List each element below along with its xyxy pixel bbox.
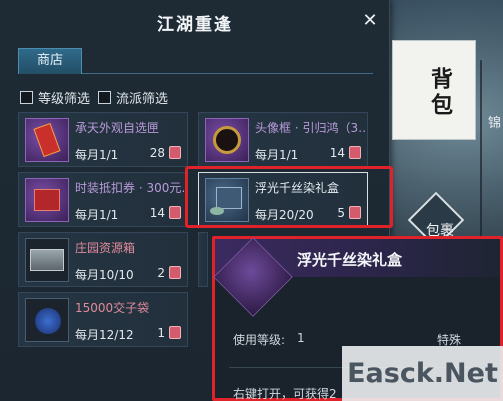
item-name: 时装抵扣券 · 300元…: [75, 181, 185, 195]
item-name: 庄园资源箱: [75, 241, 136, 255]
close-button[interactable]: ✕: [361, 12, 379, 30]
highlight-box: [185, 166, 393, 228]
item-limit: 每月1/1: [75, 148, 119, 162]
backpack-button[interactable]: 背包: [392, 40, 476, 140]
item-limit: 每月10/10: [75, 268, 134, 282]
item-limit: 每月1/1: [75, 208, 119, 222]
currency-icon: [349, 146, 361, 159]
item-name: 承天外观自选匣: [75, 121, 160, 135]
tab-bar: 商店: [18, 48, 373, 74]
currency-icon: [169, 326, 181, 339]
filter-school-label: 流派筛选: [116, 91, 169, 107]
shop-item-card[interactable]: 承天外观自选匣 每月1/1 28: [18, 112, 188, 167]
window-title: 江湖重逢: [157, 15, 233, 35]
item-price: 28: [149, 146, 165, 160]
item-limit: 每月1/1: [255, 148, 299, 162]
tooltip-description: 右键打开，可获得2: [233, 387, 337, 401]
shop-item-card[interactable]: 庄园资源箱 每月10/10 2: [18, 232, 188, 287]
tooltip-title: 浮光千丝染礼盒: [297, 251, 403, 269]
resource-chest-icon: [25, 238, 69, 282]
item-price: 14: [329, 146, 345, 160]
red-ticket-icon: [25, 118, 69, 162]
currency-icon: [169, 266, 181, 279]
use-level-label: 使用等级:: [233, 333, 286, 347]
backpack-label: 背包: [427, 67, 452, 119]
coupon-icon: [25, 178, 69, 222]
item-price: 1: [157, 326, 165, 340]
item-price: 2: [157, 266, 165, 280]
shop-item-card[interactable]: 15000交子袋 每月12/12 1: [18, 292, 188, 347]
filter-school[interactable]: 流派筛选: [98, 88, 169, 107]
filter-bar: 等级筛选 流派筛选: [20, 88, 169, 107]
currency-icon: [169, 206, 181, 219]
item-limit: 每月12/12: [75, 328, 134, 342]
filter-level[interactable]: 等级筛选: [20, 88, 91, 107]
item-name: 头像框 · 引归鸿（3…: [255, 121, 365, 135]
tab-shop[interactable]: 商店: [18, 48, 82, 74]
watermark: Easck.Net: [342, 346, 503, 401]
level-filter-checkbox[interactable]: [20, 90, 33, 104]
shop-item-card[interactable]: 时装抵扣券 · 300元… 每月1/1 14: [18, 172, 188, 227]
filter-level-label: 等级筛选: [38, 91, 91, 107]
item-name: 15000交子袋: [75, 301, 150, 315]
edge-label: 锦: [487, 116, 501, 131]
close-icon: ✕: [362, 10, 378, 31]
shop-item-card-partial[interactable]: [198, 232, 208, 287]
item-price: 14: [149, 206, 165, 220]
currency-icon: [169, 146, 181, 159]
use-level-value: 1: [297, 331, 305, 345]
money-bag-icon: [25, 298, 69, 342]
shop-item-card[interactable]: 头像框 · 引归鸿（3… 每月1/1 14: [198, 112, 368, 167]
school-filter-checkbox[interactable]: [98, 90, 112, 104]
avatar-frame-icon: [205, 118, 249, 162]
